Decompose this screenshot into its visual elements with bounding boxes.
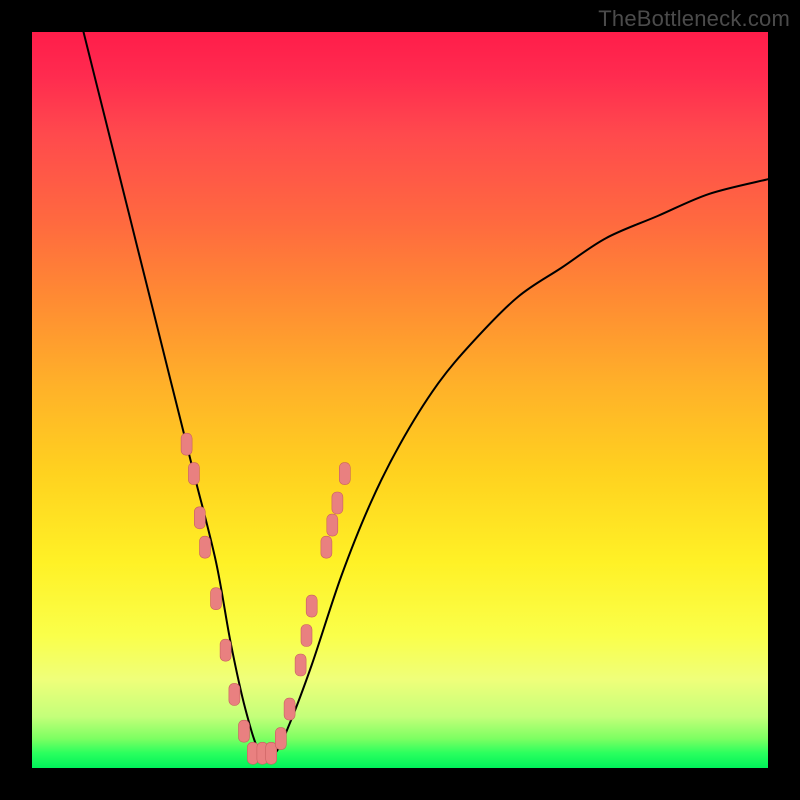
marker-point [181, 433, 192, 455]
marker-point [332, 492, 343, 514]
chart-svg [32, 32, 768, 768]
curve-line [84, 32, 768, 758]
curve-markers [181, 433, 350, 764]
marker-point [229, 683, 240, 705]
marker-point [239, 720, 250, 742]
marker-point [327, 514, 338, 536]
marker-point [275, 728, 286, 750]
marker-point [339, 463, 350, 485]
marker-point [321, 536, 332, 558]
marker-point [266, 742, 277, 764]
marker-point [188, 463, 199, 485]
marker-point [295, 654, 306, 676]
marker-point [284, 698, 295, 720]
chart-plot-area [32, 32, 768, 768]
marker-point [194, 507, 205, 529]
marker-point [200, 536, 211, 558]
marker-point [211, 588, 222, 610]
watermark-text: TheBottleneck.com [598, 6, 790, 32]
marker-point [220, 639, 231, 661]
chart-frame: TheBottleneck.com [0, 0, 800, 800]
marker-point [301, 625, 312, 647]
marker-point [306, 595, 317, 617]
